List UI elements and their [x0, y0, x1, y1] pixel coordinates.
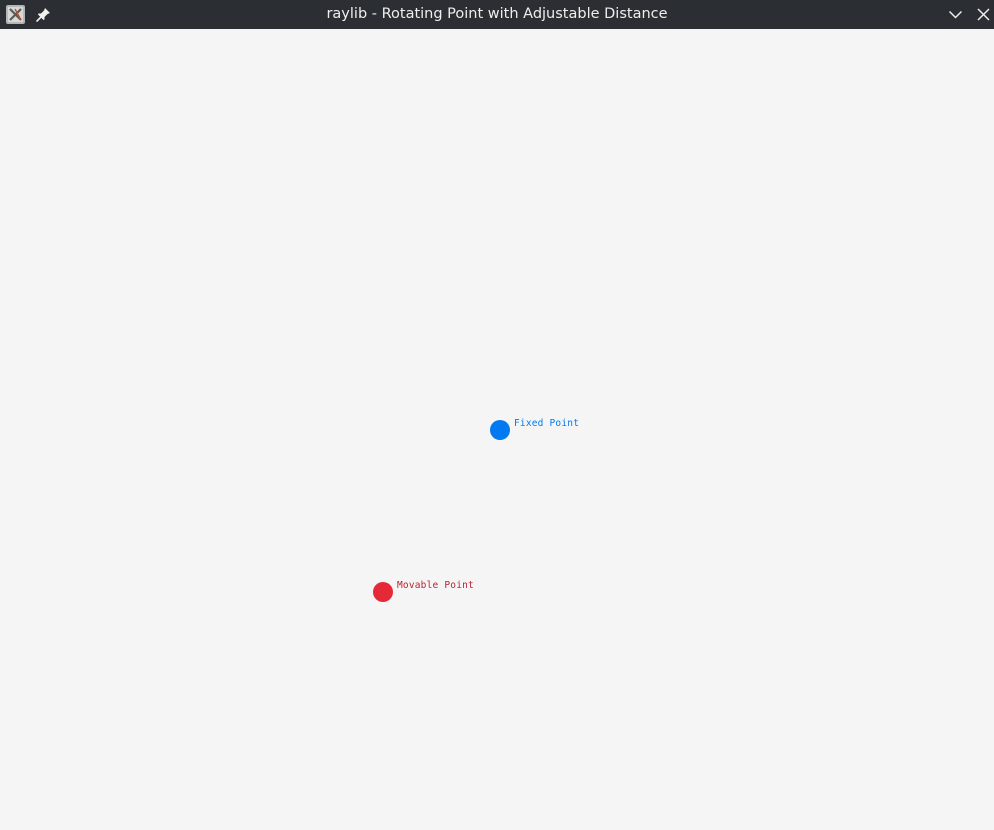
movable-point-circle[interactable]	[373, 582, 393, 602]
movable-point-label: Movable Point	[397, 580, 474, 591]
chevron-down-icon[interactable]	[947, 6, 964, 23]
fixed-point-circle	[490, 420, 510, 440]
render-canvas[interactable]: Fixed Point Movable Point	[0, 30, 994, 830]
app-logo-graphic	[6, 5, 25, 24]
pin-icon[interactable]	[35, 6, 52, 23]
app-icon[interactable]	[6, 5, 25, 24]
window-title: raylib - Rotating Point with Adjustable …	[326, 6, 668, 22]
fixed-point-label: Fixed Point	[514, 418, 580, 429]
window-titlebar[interactable]: raylib - Rotating Point with Adjustable …	[0, 0, 994, 29]
close-icon[interactable]	[975, 6, 992, 23]
